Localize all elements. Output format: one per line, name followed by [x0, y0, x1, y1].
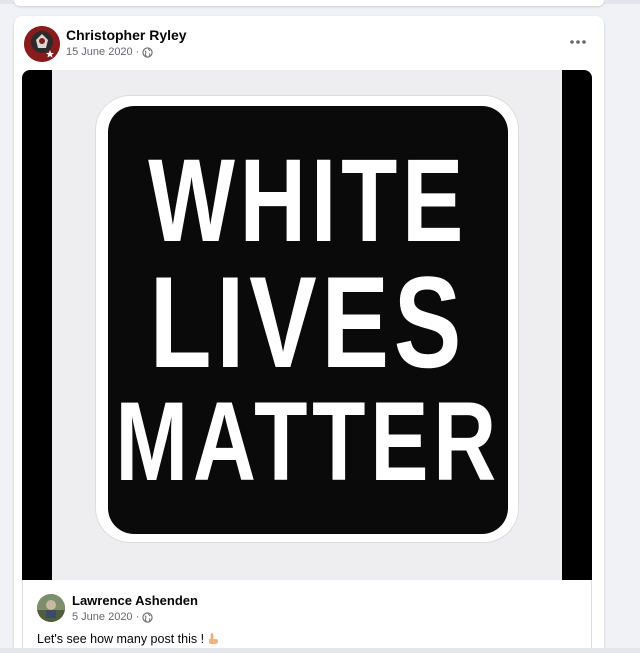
more-horizontal-icon [570, 40, 586, 44]
more-options-button[interactable] [566, 30, 590, 54]
post-header: Christopher Ryley 15 June 2020 · [14, 16, 604, 70]
globe-icon [142, 611, 153, 623]
sticker-text: WHITE LIVES MATTER [108, 106, 508, 534]
previous-card-edge [14, 0, 604, 6]
post-date[interactable]: 15 June 2020 [66, 46, 133, 58]
image-content: WHITE LIVES MATTER [52, 70, 562, 580]
shared-post-text: Let's see how many post this ! [37, 632, 221, 646]
shared-author-avatar[interactable] [37, 594, 65, 622]
globe-icon [142, 46, 153, 58]
image-text-line: LIVES [149, 249, 467, 396]
image-text-line: WHITE [148, 134, 468, 267]
image-text-line: MATTER [115, 378, 501, 504]
shared-post-date[interactable]: 5 June 2020 [72, 611, 133, 623]
shared-avatar-image [37, 594, 65, 622]
shared-post[interactable]: Lawrence Ashenden 5 June 2020 · Let's se… [22, 580, 592, 653]
meta-separator: · [135, 611, 140, 623]
shared-author-name[interactable]: Lawrence Ashenden [72, 593, 198, 608]
author-avatar[interactable] [24, 26, 60, 62]
shared-post-meta: 5 June 2020 · [72, 611, 153, 623]
meta-separator: · [135, 46, 140, 58]
shared-post-message: Let's see how many post this ! [37, 632, 205, 646]
author-name[interactable]: Christopher Ryley [66, 27, 187, 43]
bottom-border [0, 648, 640, 653]
post-meta: 15 June 2020 · [66, 46, 153, 58]
post-image[interactable]: WHITE LIVES MATTER [22, 70, 592, 580]
post-card: Christopher Ryley 15 June 2020 · WHITE L… [14, 16, 604, 653]
pointing-hand-icon [209, 633, 219, 644]
avatar-image [24, 26, 60, 62]
